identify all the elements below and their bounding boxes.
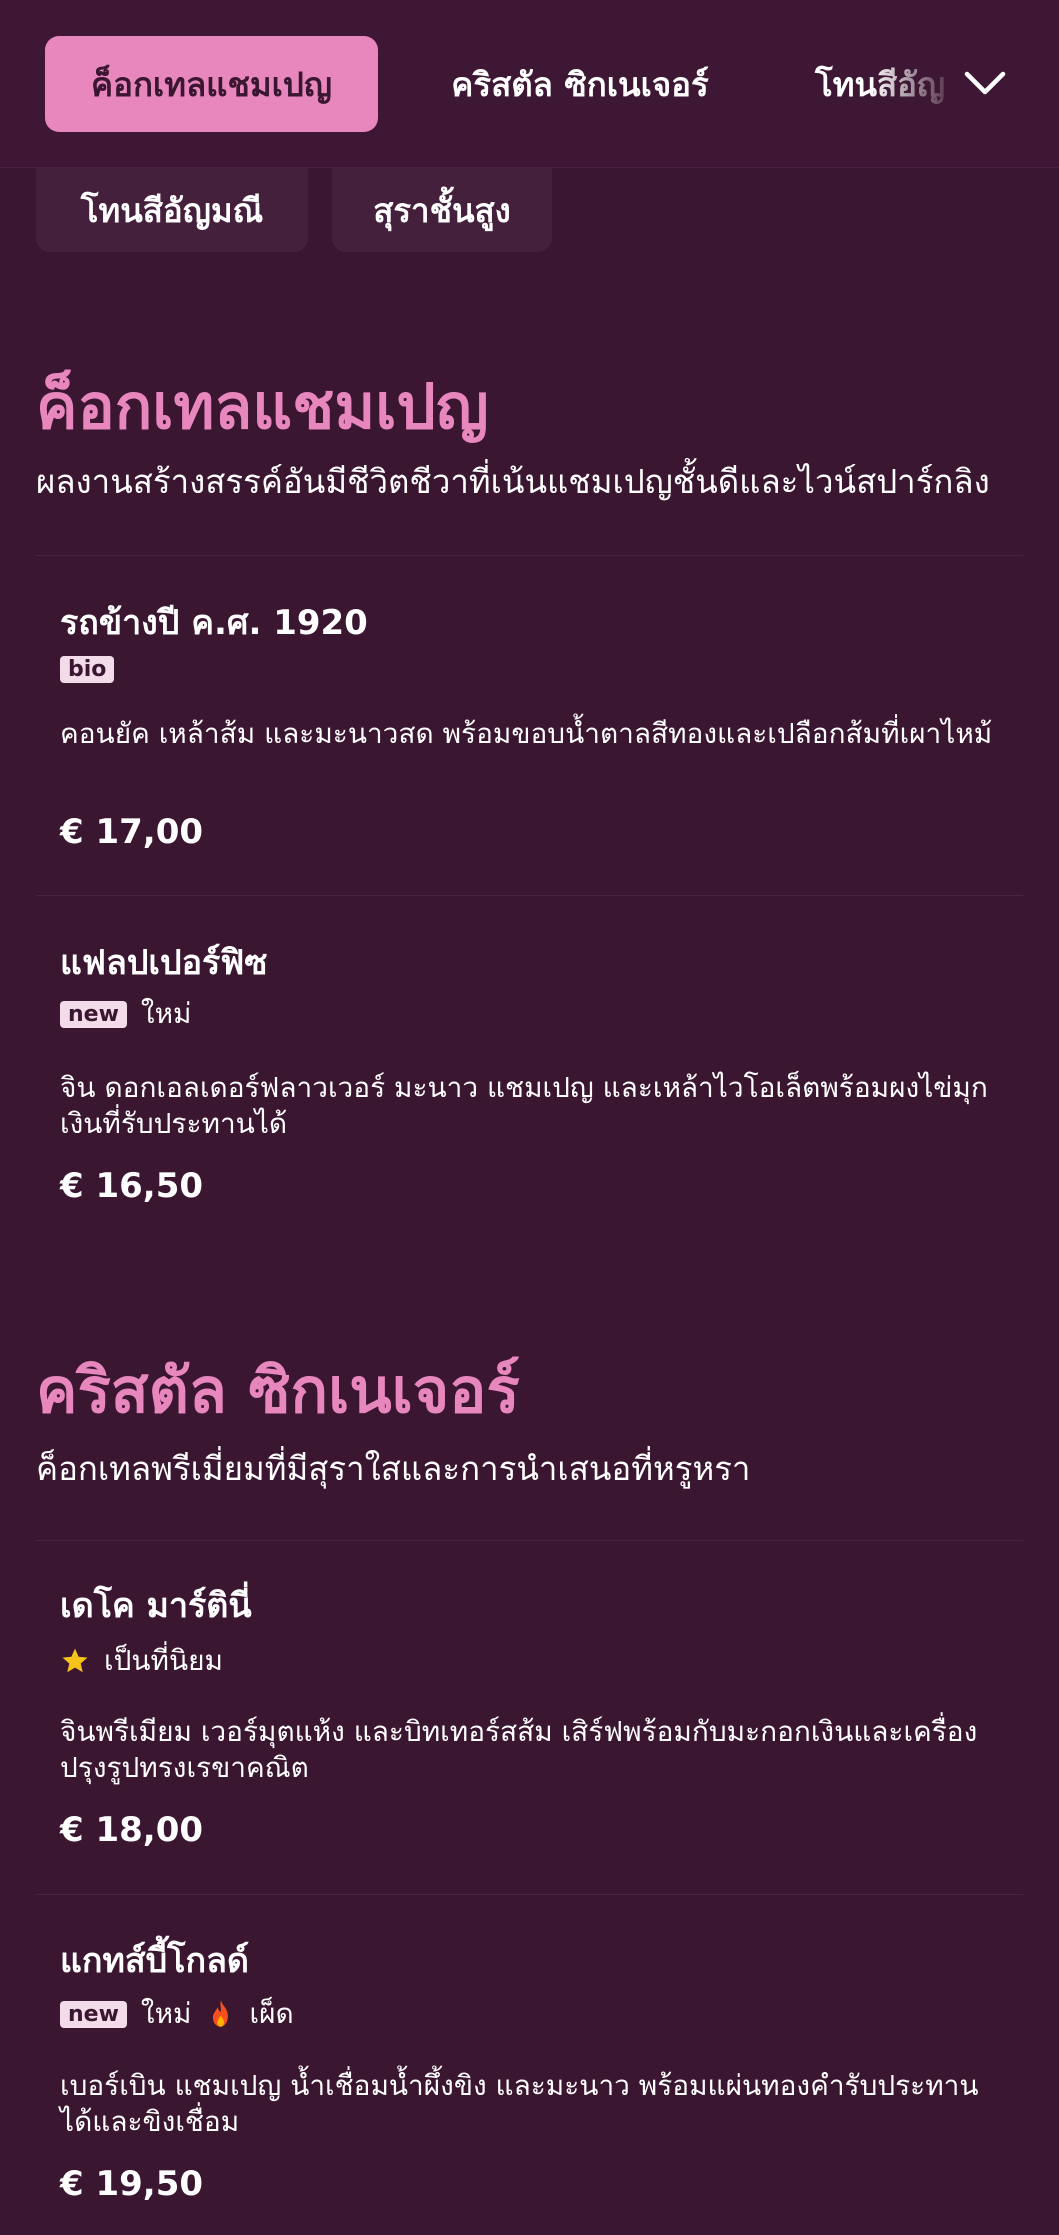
divider — [36, 1540, 1023, 1541]
category-tab-bar: ค็อกเทลแชมเปญ คริสตัล ซิกเนเจอร์ โทนสีอั… — [0, 0, 1059, 168]
item-description: คอนยัค เหล้าส้ม และมะนาวสด พร้อมขอบน้ำตา… — [60, 717, 993, 750]
tab-crystal-signature[interactable]: คริสตัล ซิกเนเจอร์ — [420, 36, 740, 132]
item-description: จินพรีเมียม เวอร์มุตแห้ง และบิทเทอร์สส้ม… — [60, 1715, 978, 1784]
tag-label: เป็นที่นิยม — [104, 1644, 223, 1677]
section-title: คริสตัล ซิกเนเจอร์ — [36, 1354, 520, 1427]
divider — [36, 555, 1023, 556]
tab-champagne-cocktails[interactable]: ค็อกเทลแชมเปญ — [45, 36, 378, 132]
divider — [36, 895, 1023, 896]
section-description: ผลงานสร้างสรรค์อันมีชีวิตชีวาที่เน้นแชมเ… — [36, 462, 990, 501]
chip-premium-spirits[interactable]: สุราชั้นสูง — [332, 168, 552, 252]
tag-label-spicy: เผ็ด — [249, 1997, 294, 2030]
menu-page: ค็อกเทลแชมเปญ คริสตัล ซิกเนเจอร์ โทนสีอั… — [0, 0, 1059, 2235]
item-description: จิน ดอกเอลเดอร์ฟลาวเวอร์ มะนาว แชมเปญ แล… — [60, 1071, 988, 1140]
item-name: แฟลปเปอร์ฟิซ — [60, 943, 268, 983]
section-title: ค็อกเทลแชมเปญ — [36, 370, 489, 443]
item-name: แกทส์บี้โกลด์ — [60, 1941, 250, 1981]
item-name: รถข้างปี ค.ศ. 1920 — [60, 603, 368, 643]
item-price: € 16,50 — [60, 1166, 204, 1206]
item-tags: เป็นที่นิยม — [60, 1644, 223, 1678]
item-description: เบอร์เบิน แชมเปญ น้ำเชื่อมน้ำผึ้งขิง และ… — [60, 2069, 979, 2138]
new-badge: new — [60, 1000, 127, 1028]
tag-label: ใหม่ — [140, 997, 192, 1030]
item-name: เดโค มาร์ตินี่ — [60, 1586, 252, 1626]
divider — [36, 1894, 1023, 1895]
star-icon — [60, 1646, 90, 1676]
tag-label: ใหม่ — [140, 1997, 192, 2030]
item-price: € 19,50 — [60, 2164, 204, 2204]
item-tags: new ใหม่ — [60, 997, 192, 1031]
new-badge: new — [60, 2000, 127, 2028]
chevron-down-icon[interactable] — [960, 58, 1010, 108]
item-price: € 17,00 — [60, 812, 204, 852]
chip-jewel-tones[interactable]: โทนสีอัญมณี — [36, 168, 308, 252]
bio-badge: bio — [60, 655, 115, 683]
item-tags: bio — [60, 652, 115, 686]
section-description: ค็อกเทลพรีเมี่ยมที่มีสุราใสและการนำเสนอท… — [36, 1449, 751, 1488]
item-price: € 18,00 — [60, 1810, 204, 1850]
fire-icon — [206, 1999, 236, 2029]
tab-scroll-fade — [870, 30, 970, 138]
item-tags: new ใหม่ เผ็ด — [60, 1997, 294, 2031]
